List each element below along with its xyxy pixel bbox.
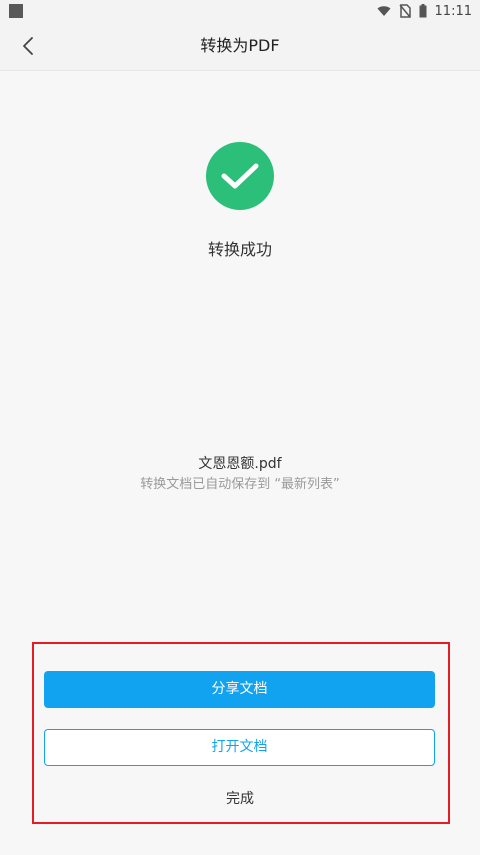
success-message: 转换成功	[207, 240, 272, 259]
open-document-button[interactable]: 打开文档	[44, 729, 435, 766]
file-name: 文恩恩额.pdf	[198, 456, 282, 472]
battery-icon	[419, 4, 427, 18]
status-icons: 11:11	[377, 3, 472, 19]
app-header: 转换为PDF	[0, 22, 480, 71]
back-button[interactable]	[14, 32, 42, 60]
no-sim-icon	[398, 4, 411, 18]
page-title: 转换为PDF	[200, 36, 280, 55]
status-time: 11:11	[434, 3, 472, 19]
chevron-left-icon	[23, 37, 33, 55]
notification-icon	[9, 4, 23, 18]
save-hint: 转换文档已自动保存到 “最新列表”	[140, 477, 340, 492]
done-button[interactable]: 完成	[0, 788, 480, 808]
check-circle-icon	[206, 142, 274, 210]
checkmark-icon	[221, 163, 259, 189]
status-bar: 11:11	[0, 0, 480, 22]
wifi-icon	[377, 6, 391, 16]
share-document-button[interactable]: 分享文档	[44, 671, 435, 708]
